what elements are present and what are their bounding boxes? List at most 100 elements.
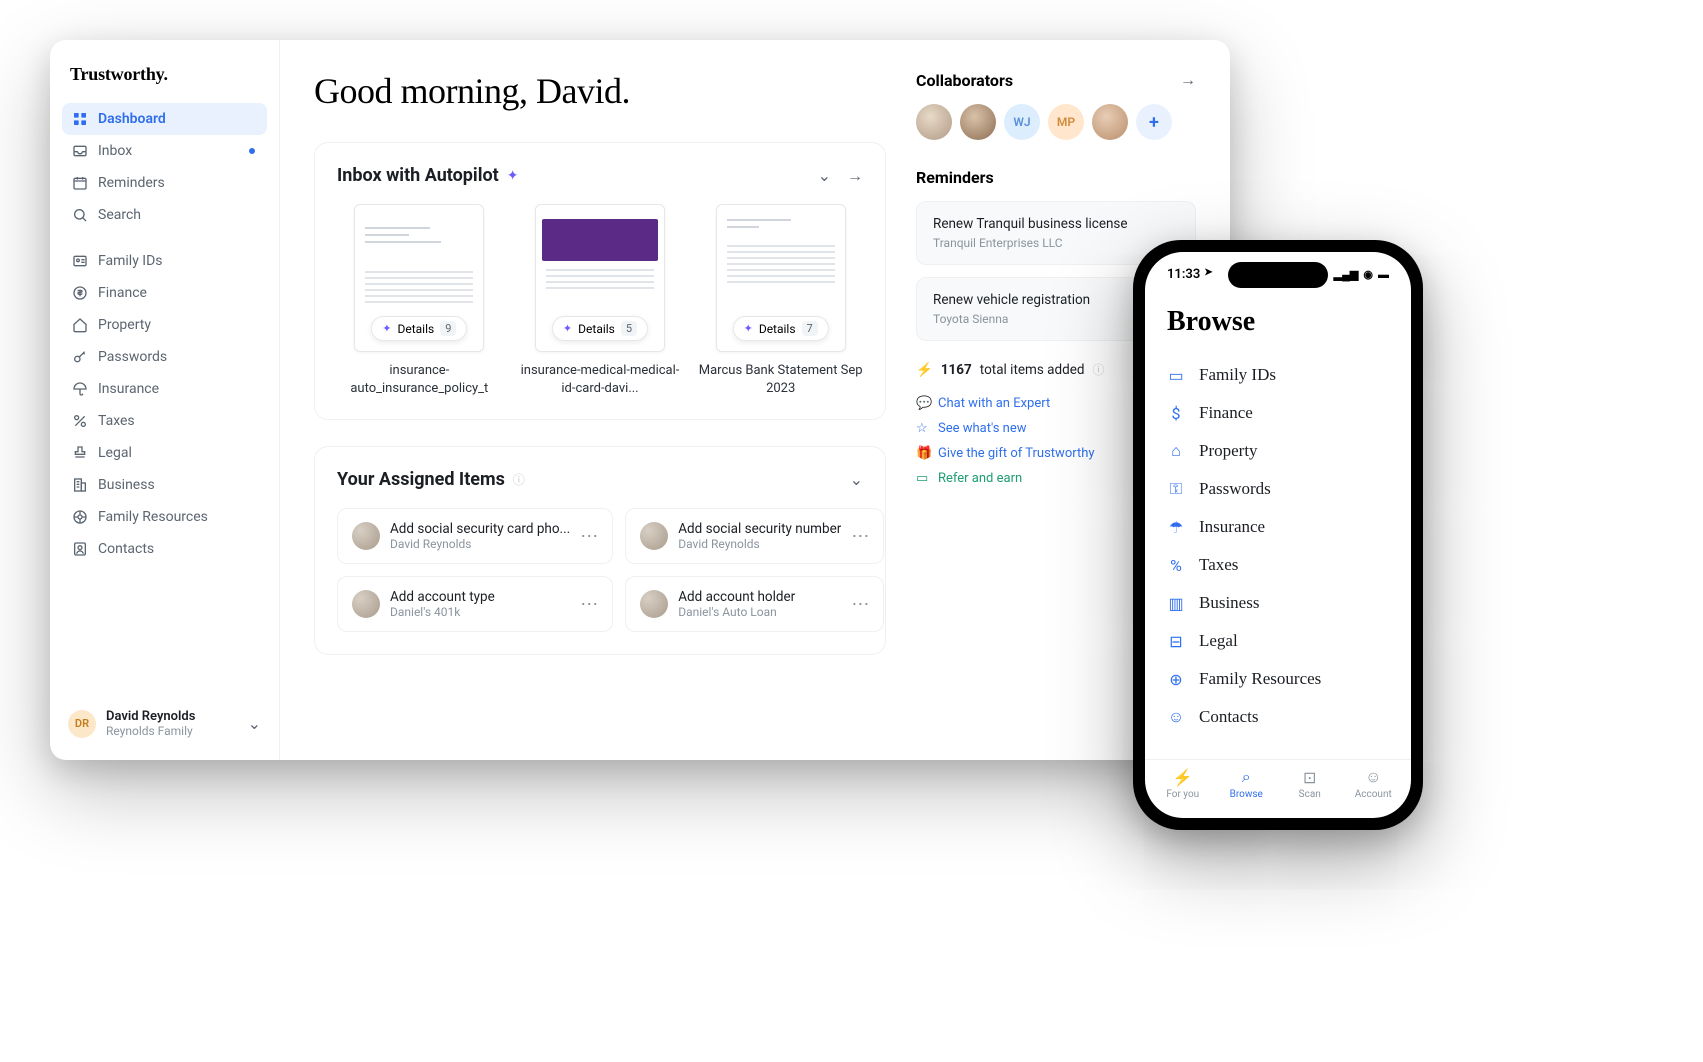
phone-device: 11:33 ➤ ▂▄▆ ◉ ▬ Browse ▭Family IDs $Fina… <box>1133 240 1423 830</box>
details-count: 5 <box>621 321 637 336</box>
sidebar-item-property[interactable]: Property <box>62 309 267 341</box>
main-content: Good morning, David. Inbox with Autopilo… <box>280 40 1230 760</box>
sidebar-item-business[interactable]: Business <box>62 469 267 501</box>
assigned-item[interactable]: Add account typeDaniel's 401k ⋯ <box>337 576 613 632</box>
browse-item-contacts[interactable]: ☺Contacts <box>1167 698 1389 736</box>
collaborator-avatar[interactable] <box>916 104 952 140</box>
cash-icon: ▭ <box>916 471 930 486</box>
sidebar-item-insurance[interactable]: Insurance <box>62 373 267 405</box>
phone-notch <box>1228 262 1328 288</box>
browse-item-family-resources[interactable]: ⊕Family Resources <box>1167 660 1389 698</box>
page-title: Good morning, David. <box>314 70 886 112</box>
browse-item-passwords[interactable]: ⚿Passwords <box>1167 470 1389 508</box>
sparkle-icon: ✦ <box>507 168 519 184</box>
battery-icon: ▬ <box>1378 268 1389 281</box>
browse-item-property[interactable]: ⌂Property <box>1167 432 1389 470</box>
browse-item-insurance[interactable]: ☂Insurance <box>1167 508 1389 546</box>
details-button[interactable]: ✦Details9 <box>371 316 467 341</box>
sidebar-item-contacts[interactable]: Contacts <box>62 533 267 565</box>
details-button[interactable]: ✦Details7 <box>733 316 829 341</box>
search-icon <box>72 207 88 223</box>
percent-icon: % <box>1167 556 1185 575</box>
sparkle-icon: ✦ <box>382 322 391 335</box>
assigned-panel-title: Your Assigned Items <box>337 469 505 490</box>
inbox-card[interactable]: ✦Details9 insurance-auto_insurance_polic… <box>337 204 502 397</box>
sidebar-item-label: Property <box>98 317 151 333</box>
assigned-item[interactable]: Add account holderDaniel's Auto Loan ⋯ <box>625 576 884 632</box>
avatar <box>640 522 668 550</box>
tab-account[interactable]: ☺Account <box>1342 768 1406 800</box>
arrow-right-icon[interactable]: → <box>1180 70 1196 90</box>
sidebar-item-passwords[interactable]: Passwords <box>62 341 267 373</box>
browse-item-taxes[interactable]: %Taxes <box>1167 546 1389 584</box>
assigned-item[interactable]: Add social security card pho...David Rey… <box>337 508 613 564</box>
more-icon[interactable]: ⋯ <box>851 532 869 541</box>
collaborator-avatar[interactable] <box>1092 104 1128 140</box>
collaborator-avatar[interactable]: WJ <box>1004 104 1040 140</box>
collaborator-avatar[interactable] <box>960 104 996 140</box>
details-button[interactable]: ✦Details5 <box>552 316 648 341</box>
sparkle-icon: ✦ <box>744 322 753 335</box>
calendar-icon <box>72 175 88 191</box>
dollar-icon: $ <box>1167 404 1185 423</box>
more-icon[interactable]: ⋯ <box>580 600 598 609</box>
browse-item-legal[interactable]: ⊟Legal <box>1167 622 1389 660</box>
browse-item-business[interactable]: ▥Business <box>1167 584 1389 622</box>
browse-item-family-ids[interactable]: ▭Family IDs <box>1167 356 1389 394</box>
more-icon[interactable]: ⋯ <box>851 600 869 609</box>
id-card-icon <box>72 253 88 269</box>
user-icon: ☺ <box>1365 768 1381 786</box>
location-icon: ➤ <box>1204 267 1212 282</box>
collaborator-avatar[interactable]: MP <box>1048 104 1084 140</box>
sidebar-item-search[interactable]: Search <box>62 199 267 231</box>
document-caption: insurance-auto_insurance_policy_t <box>337 362 502 397</box>
browse-item-finance[interactable]: $Finance <box>1167 394 1389 432</box>
sidebar-item-label: Finance <box>98 285 147 301</box>
brand-logo: Trustworthy. <box>62 60 267 103</box>
reminders-title: Reminders <box>916 168 994 187</box>
document-thumbnail: ✦Details5 <box>535 204 665 352</box>
sidebar-item-family-ids[interactable]: Family IDs <box>62 245 267 277</box>
inbox-icon <box>72 143 88 159</box>
user-avatar: DR <box>68 710 96 738</box>
assigned-item[interactable]: Add social security numberDavid Reynolds… <box>625 508 884 564</box>
info-icon[interactable]: ⓘ <box>513 471 525 488</box>
chat-icon: 💬 <box>916 396 930 411</box>
assigned-subtitle: David Reynolds <box>678 537 841 551</box>
sidebar-item-legal[interactable]: Legal <box>62 437 267 469</box>
details-count: 9 <box>440 321 456 336</box>
desktop-window: Trustworthy. Dashboard Inbox Reminders S… <box>50 40 1230 760</box>
arrow-right-icon[interactable]: → <box>847 166 863 186</box>
sidebar-item-inbox[interactable]: Inbox <box>62 135 267 167</box>
collapse-icon[interactable]: ⌄ <box>818 166 831 186</box>
tab-browse[interactable]: ⌕Browse <box>1215 768 1279 800</box>
umbrella-icon: ☂ <box>1167 518 1185 537</box>
sidebar-item-reminders[interactable]: Reminders <box>62 167 267 199</box>
collapse-icon[interactable]: ⌄ <box>850 470 863 489</box>
signal-icon: ▂▄▆ <box>1334 268 1359 281</box>
search-icon: ⌕ <box>1242 768 1251 786</box>
tab-for-you[interactable]: ⚡For you <box>1151 768 1215 800</box>
more-icon[interactable]: ⋯ <box>580 532 598 541</box>
user-name: David Reynolds <box>106 709 195 724</box>
sidebar-item-label: Insurance <box>98 381 159 397</box>
add-collaborator-button[interactable]: + <box>1136 104 1172 140</box>
sidebar-item-label: Business <box>98 477 155 493</box>
sidebar-item-dashboard[interactable]: Dashboard <box>62 103 267 135</box>
inbox-card[interactable]: ✦Details7 Marcus Bank Statement Sep 2023 <box>698 204 863 397</box>
document-caption: insurance-medical-medical-id-card-davi..… <box>518 362 683 397</box>
inbox-panel-title: Inbox with Autopilot <box>337 165 499 186</box>
document-caption: Marcus Bank Statement Sep 2023 <box>698 362 863 397</box>
user-menu[interactable]: DR David Reynolds Reynolds Family ⌄ <box>62 699 267 748</box>
info-icon[interactable]: ⓘ <box>1093 361 1105 378</box>
sidebar-item-taxes[interactable]: Taxes <box>62 405 267 437</box>
inbox-card[interactable]: ✦Details5 insurance-medical-medical-id-c… <box>518 204 683 397</box>
sidebar-item-family-resources[interactable]: Family Resources <box>62 501 267 533</box>
sidebar-item-finance[interactable]: Finance <box>62 277 267 309</box>
tab-scan[interactable]: ⊡Scan <box>1278 768 1342 800</box>
sidebar-item-label: Passwords <box>98 349 167 365</box>
assigned-subtitle: Daniel's Auto Loan <box>678 605 841 619</box>
sparkle-icon: ✦ <box>563 322 572 335</box>
sidebar: Trustworthy. Dashboard Inbox Reminders S… <box>50 40 280 760</box>
stat-suffix: total items added <box>980 362 1085 378</box>
